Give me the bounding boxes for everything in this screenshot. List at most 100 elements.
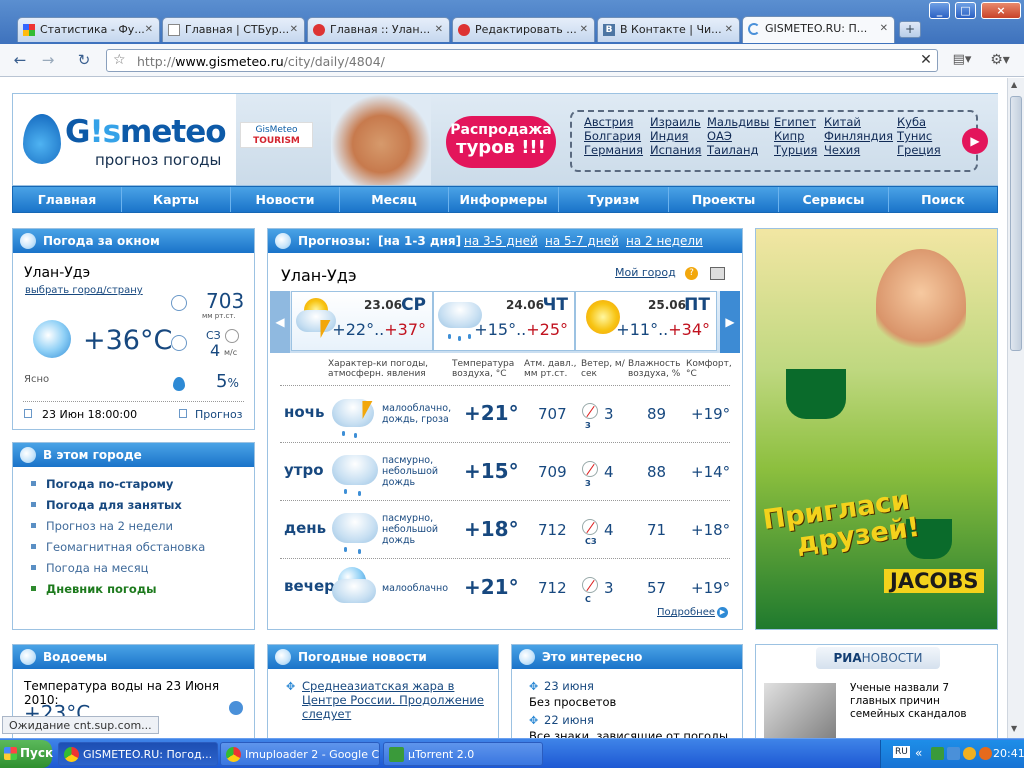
- my-city-link[interactable]: Мой город: [615, 266, 676, 279]
- help-icon[interactable]: ?: [685, 267, 698, 280]
- city-link-old-style[interactable]: Погода по-старому: [46, 477, 173, 491]
- bookmark-star-icon[interactable]: ☆: [113, 52, 126, 68]
- news-link[interactable]: Среднеазиатская жара в Центре России. Пр…: [302, 679, 492, 721]
- country-link[interactable]: Мальдивы: [707, 115, 769, 129]
- close-icon[interactable]: ✕: [145, 24, 153, 35]
- nav-home[interactable]: Главная: [13, 187, 122, 212]
- tab-ulan[interactable]: Главная :: Улан... ✕: [307, 17, 450, 42]
- tab-3-5-days[interactable]: на 3-5 дней: [464, 229, 538, 253]
- country-link[interactable]: Таиланд: [707, 143, 758, 157]
- minimize-button[interactable]: _: [929, 2, 950, 19]
- nav-projects[interactable]: Проекты: [669, 187, 779, 212]
- tray-expand-icon[interactable]: «: [915, 746, 922, 760]
- country-link[interactable]: Тунис: [897, 129, 932, 143]
- nav-services[interactable]: Сервисы: [779, 187, 889, 212]
- utorrent-tray-icon[interactable]: [931, 747, 944, 760]
- tourism-logo[interactable]: GisMeteo TOURISM: [240, 122, 313, 148]
- close-icon[interactable]: ✕: [725, 24, 733, 35]
- country-link[interactable]: Куба: [897, 115, 926, 129]
- taskbar-item-gismeteo[interactable]: GISMETEO.RU: Погод...: [58, 742, 218, 766]
- play-icon[interactable]: ▶: [962, 128, 988, 154]
- tab-1-3-days[interactable]: [на 1-3 дня]: [378, 229, 461, 253]
- taskbar-item-utorrent[interactable]: µTorrent 2.0: [383, 742, 543, 766]
- prev-arrow-icon[interactable]: ◀: [270, 291, 290, 353]
- country-link[interactable]: Египет: [774, 115, 816, 129]
- tourism-banner[interactable]: GisMeteo TOURISM Распродажа туров !!! Авст…: [236, 94, 998, 185]
- forward-button[interactable]: →: [36, 49, 60, 71]
- address-bar[interactable]: ☆ http://www.gismeteo.ru/city/daily/4804…: [106, 49, 938, 72]
- country-link[interactable]: Греция: [897, 143, 941, 157]
- start-button[interactable]: Пуск: [0, 740, 53, 768]
- tray-app-icon[interactable]: [979, 747, 992, 760]
- country-link[interactable]: Китай: [824, 115, 861, 129]
- scroll-up-icon[interactable]: ▲: [1011, 80, 1017, 89]
- reload-button[interactable]: ↻: [72, 49, 96, 71]
- day-card-thu[interactable]: 24.06 ЧТ +15°..+25°: [433, 291, 575, 351]
- tab-vkontakte[interactable]: B В Контакте | Чи... ✕: [597, 17, 740, 42]
- country-link[interactable]: Чехия: [824, 143, 860, 157]
- tab-5-7-days[interactable]: на 5-7 дней: [545, 229, 619, 253]
- tab-edit[interactable]: Редактировать ... ✕: [452, 17, 595, 42]
- url-text[interactable]: http://www.gismeteo.ru/city/daily/4804/: [137, 54, 385, 69]
- country-link[interactable]: Финляндия: [824, 129, 893, 143]
- more-link[interactable]: Подробнее: [657, 607, 715, 618]
- change-city-link[interactable]: выбрать город/страну: [25, 285, 143, 296]
- nav-maps[interactable]: Карты: [122, 187, 231, 212]
- city-link-busy[interactable]: Погода для занятых: [46, 498, 182, 512]
- stop-button[interactable]: ✕: [914, 49, 938, 71]
- day-card-fri[interactable]: 25.06 ПТ +11°..+34°: [575, 291, 717, 351]
- close-icon[interactable]: ✕: [580, 24, 588, 35]
- language-indicator[interactable]: RU: [893, 746, 910, 758]
- ria-news-text[interactable]: Ученые назвали 7 главных причин семейных…: [850, 682, 990, 721]
- city-link-diary[interactable]: Дневник погоды: [46, 582, 157, 596]
- nav-informers[interactable]: Информеры: [449, 187, 559, 212]
- tab-gismeteo[interactable]: GISMETEO.RU: П... ✕: [742, 16, 895, 43]
- tray-app-icon[interactable]: [963, 747, 976, 760]
- page-menu-icon[interactable]: ▤▾: [948, 49, 976, 71]
- network-icon[interactable]: [947, 747, 960, 760]
- country-link[interactable]: Болгария: [584, 129, 641, 143]
- day-card-wed[interactable]: 23.06 СР +22°..+37°: [291, 291, 433, 351]
- clock[interactable]: 20:41: [993, 747, 1024, 760]
- nav-tourism[interactable]: Туризм: [559, 187, 669, 212]
- country-link[interactable]: Кипр: [774, 129, 804, 143]
- arrow-right-icon[interactable]: ▶: [717, 607, 728, 618]
- maximize-button[interactable]: □: [955, 2, 976, 19]
- nav-month[interactable]: Месяц: [340, 187, 449, 212]
- interesting-title-2[interactable]: Все знаки, зависящие от погоды: [529, 729, 728, 738]
- nav-news[interactable]: Новости: [231, 187, 340, 212]
- next-arrow-icon[interactable]: ▶: [720, 291, 740, 353]
- scroll-down-icon[interactable]: ▼: [1011, 724, 1017, 733]
- close-icon[interactable]: ✕: [435, 24, 443, 35]
- sale-badge[interactable]: Распродажа туров !!!: [446, 116, 556, 168]
- close-window-button[interactable]: ×: [981, 2, 1021, 19]
- news-photo[interactable]: [764, 683, 836, 738]
- close-icon[interactable]: ✕: [880, 23, 888, 34]
- nav-search[interactable]: Поиск: [889, 187, 997, 212]
- forecast-link[interactable]: Прогноз: [195, 408, 243, 421]
- tab-2-weeks[interactable]: на 2 недели: [626, 229, 703, 253]
- back-button[interactable]: ←: [8, 49, 32, 71]
- city-link-month[interactable]: Погода на месяц: [46, 561, 148, 575]
- country-link[interactable]: ОАЭ: [707, 129, 732, 143]
- country-link[interactable]: Германия: [584, 143, 643, 157]
- jacobs-ad[interactable]: Пригласи друзей! JACOBS: [755, 228, 998, 630]
- scroll-thumb[interactable]: [1010, 96, 1022, 351]
- print-icon[interactable]: [710, 267, 725, 280]
- new-tab-button[interactable]: +: [899, 21, 921, 38]
- tab-statistika[interactable]: Статистика - Фу... ✕: [17, 17, 160, 42]
- country-link[interactable]: Турция: [774, 143, 817, 157]
- country-link[interactable]: Испания: [650, 143, 701, 157]
- country-link[interactable]: Индия: [650, 129, 688, 143]
- gismeteo-logo[interactable]: G!smeteo прогноз погоды: [13, 94, 236, 185]
- ria-logo[interactable]: РИАНОВОСТИ: [816, 647, 940, 669]
- close-icon[interactable]: ✕: [290, 24, 298, 35]
- wrench-icon[interactable]: ⚙▾: [986, 49, 1014, 71]
- country-link[interactable]: Австрия: [584, 115, 633, 129]
- vertical-scrollbar[interactable]: ▲ ▼: [1007, 78, 1024, 738]
- tab-stburyatia[interactable]: Главная | СТБур... ✕: [162, 17, 305, 42]
- taskbar-item-imuploader[interactable]: Imuploader 2 - Google C...: [220, 742, 380, 766]
- country-link[interactable]: Израиль: [650, 115, 701, 129]
- city-link-2weeks[interactable]: Прогноз на 2 недели: [46, 519, 173, 533]
- city-link-geomagnetic[interactable]: Геомагнитная обстановка: [46, 540, 205, 554]
